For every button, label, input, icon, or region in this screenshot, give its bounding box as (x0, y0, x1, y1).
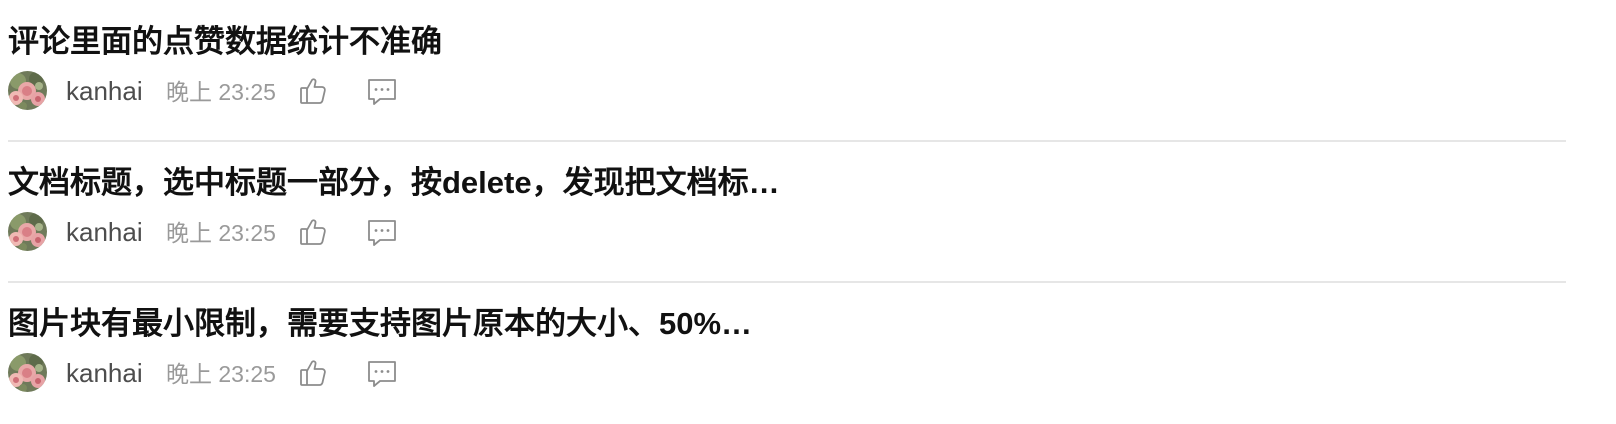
comment-icon[interactable] (365, 74, 399, 108)
post-title[interactable]: 文档标题，选中标题一部分，按delete，发现把文档标… (8, 163, 780, 203)
post-item: 文档标题，选中标题一部分，按delete，发现把文档标… kanhai 晚上 2… (8, 141, 1566, 283)
post-meta: kanhai 晚上 23:25 (8, 353, 528, 393)
author-avatar[interactable] (8, 212, 47, 251)
post-time: 晚上 23:25 (166, 361, 276, 387)
post-title[interactable]: 图片块有最小限制，需要支持图片原本的大小、50%… (8, 304, 752, 344)
comment-icon[interactable] (365, 215, 399, 249)
thumbs-up-icon[interactable] (296, 74, 330, 108)
post-item: 评论里面的点赞数据统计不准确 kanhai 晚上 23:25 (8, 0, 1566, 142)
post-item: 图片块有最小限制，需要支持图片原本的大小、50%… kanhai 晚上 23:2… (8, 282, 1566, 423)
author-avatar[interactable] (8, 71, 47, 110)
post-feed: 评论里面的点赞数据统计不准确 kanhai 晚上 23:25 文档标题，选中标题… (0, 0, 1616, 424)
post-title[interactable]: 评论里面的点赞数据统计不准确 (8, 22, 442, 62)
author-name[interactable]: kanhai (66, 355, 143, 391)
post-meta: kanhai 晚上 23:25 (8, 71, 528, 111)
author-name[interactable]: kanhai (66, 214, 143, 250)
thumbs-up-icon[interactable] (296, 215, 330, 249)
post-time: 晚上 23:25 (166, 220, 276, 246)
post-time: 晚上 23:25 (166, 79, 276, 105)
thumbs-up-icon[interactable] (296, 356, 330, 390)
author-name[interactable]: kanhai (66, 73, 143, 109)
author-avatar[interactable] (8, 353, 47, 392)
comment-icon[interactable] (365, 356, 399, 390)
post-meta: kanhai 晚上 23:25 (8, 212, 528, 252)
